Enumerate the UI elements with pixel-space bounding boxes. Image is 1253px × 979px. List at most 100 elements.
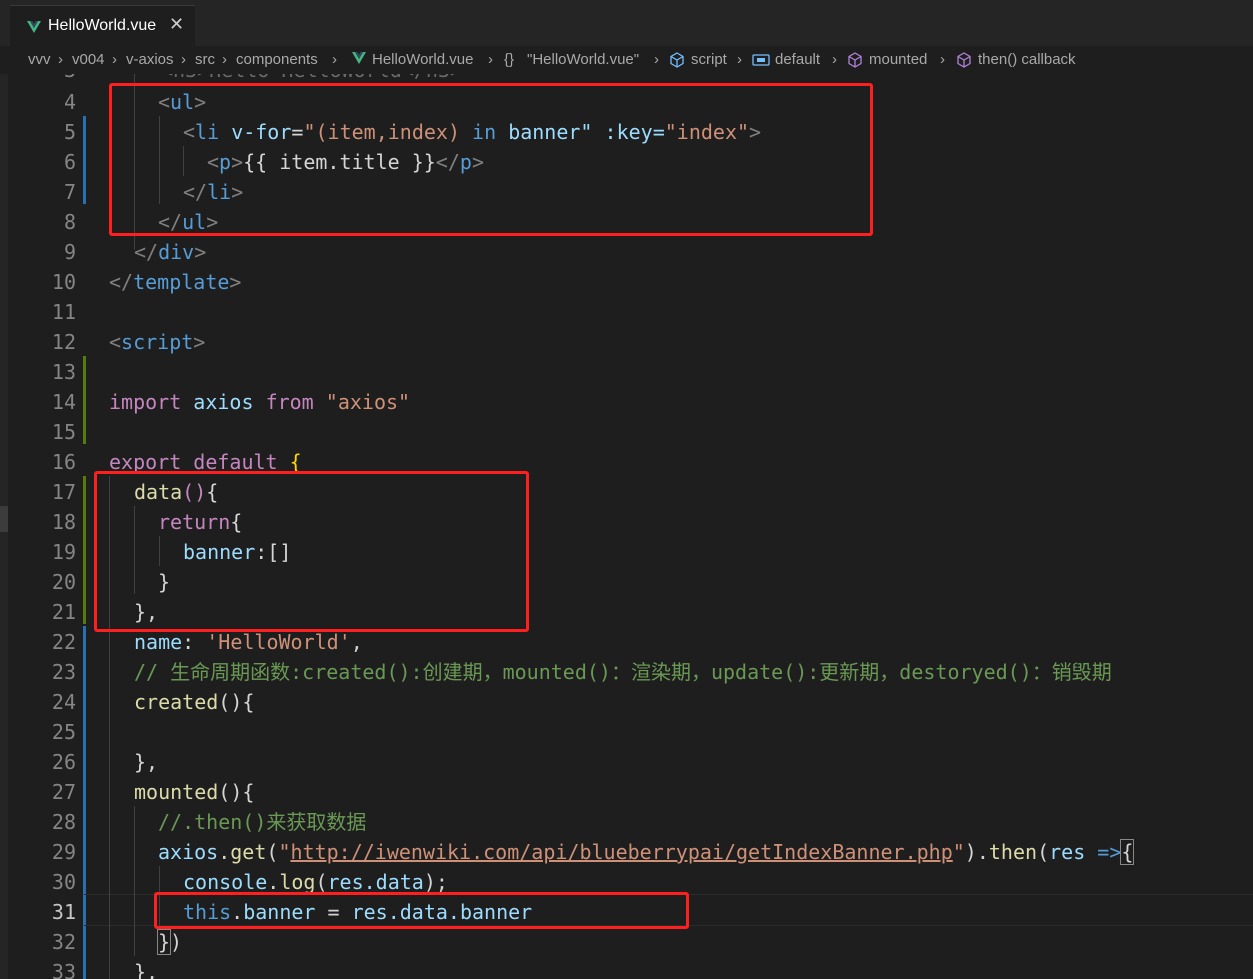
line-number: 18 <box>51 510 76 534</box>
close-icon[interactable]: ✕ <box>169 14 184 35</box>
chevron-right-icon: › <box>654 51 659 68</box>
chevron-right-icon: › <box>488 51 493 68</box>
import-keyword: import <box>109 390 182 414</box>
get-method: get <box>230 840 267 864</box>
chevron-right-icon: › <box>940 51 945 68</box>
enum-icon <box>752 52 770 72</box>
chevron-right-icon: › <box>832 51 837 68</box>
code-line: 24 created(){ <box>8 686 1253 716</box>
line-number: 17 <box>51 480 76 504</box>
left-strip <box>0 74 8 979</box>
mounted-function: mounted <box>134 780 219 804</box>
code-line: 28 //.then()来获取数据 <box>8 806 1253 836</box>
line-number: 8 <box>63 210 76 234</box>
line-number: 28 <box>51 810 76 834</box>
then-method: then <box>988 840 1038 864</box>
breadcrumb-item-v004[interactable]: v004 <box>72 51 105 68</box>
chevron-right-icon: › <box>332 51 337 68</box>
script-tag: script <box>121 330 194 354</box>
res-data: res.data <box>327 870 424 894</box>
breadcrumb-item-file[interactable]: HelloWorld.vue <box>372 51 473 68</box>
line-number: 10 <box>51 270 76 294</box>
code-line: 13 <box>8 356 1253 386</box>
breadcrumb: vvv › v004 › v-axios › src › components … <box>0 46 1253 74</box>
line-number: 25 <box>51 720 76 744</box>
chevron-right-icon: › <box>181 51 186 68</box>
chevron-right-icon: › <box>112 51 117 68</box>
log-method: log <box>279 870 316 894</box>
line-number: 21 <box>51 600 76 624</box>
line-number: 33 <box>51 960 76 979</box>
line-number: 26 <box>51 750 76 774</box>
breadcrumb-item-mounted[interactable]: mounted <box>869 51 927 68</box>
highlight-box-data <box>94 471 529 632</box>
line-number: 32 <box>51 930 76 954</box>
breadcrumb-item-src[interactable]: src <box>195 51 215 68</box>
lifecycle-comment: // 生命周期函数:created():创建期，mounted()：渲染期，up… <box>134 660 1112 684</box>
line-number: 15 <box>51 420 76 444</box>
breadcrumb-item-v-axios[interactable]: v-axios <box>126 51 174 68</box>
cube-icon <box>847 52 863 72</box>
line-number: 27 <box>51 780 76 804</box>
res-param: res <box>1049 840 1086 864</box>
line-number: 19 <box>51 540 76 564</box>
cube-icon <box>669 52 685 72</box>
code-line: 10 </template> <box>8 266 1253 296</box>
code-line: 32 }) <box>8 926 1253 956</box>
line-number: 23 <box>51 660 76 684</box>
cube-icon <box>956 52 972 72</box>
line-number: 7 <box>63 180 76 204</box>
tab-helloworld-vue[interactable]: HelloWorld.vue ✕ <box>10 5 195 47</box>
breadcrumb-item-default[interactable]: default <box>775 51 820 68</box>
axios-object: axios <box>158 840 219 864</box>
vue-icon <box>352 51 366 68</box>
line-number: 4 <box>63 90 76 114</box>
tab-bar: HelloWorld.vue ✕ <box>0 0 1253 47</box>
name-property: name <box>134 630 183 654</box>
line-number: 30 <box>51 870 76 894</box>
code-line: 12 <script> <box>8 326 1253 356</box>
line-number: 20 <box>51 570 76 594</box>
line-number: 12 <box>51 330 76 354</box>
axios-identifier: axios <box>193 390 254 414</box>
breadcrumb-item-script[interactable]: script <box>691 51 727 68</box>
api-url-link[interactable]: http://iwenwiki.com/api/blueberrypai/get… <box>290 840 952 864</box>
name-value: 'HelloWorld' <box>206 630 351 654</box>
code-line: 11 <box>8 296 1253 326</box>
template-tag: template <box>133 270 230 294</box>
breadcrumb-item-object[interactable]: "HelloWorld.vue" <box>527 51 639 68</box>
line-number: 13 <box>51 360 76 384</box>
code-line: 29 axios.get("http://iwenwiki.com/api/bl… <box>8 836 1253 866</box>
console-object: console <box>183 870 268 894</box>
code-line: 23 // 生命周期函数:created():创建期，mounted()：渲染期… <box>8 656 1253 686</box>
line-number: 16 <box>51 450 76 474</box>
code-line: 25 <box>8 716 1253 746</box>
line-number: 11 <box>51 300 76 324</box>
scroll-marker <box>0 506 8 532</box>
highlight-box-template <box>109 83 873 236</box>
braces-icon: {} <box>504 51 515 68</box>
line-number: 31 <box>51 900 76 924</box>
breadcrumb-item-then-callback[interactable]: then() callback <box>978 51 1076 68</box>
chevron-right-icon: › <box>58 51 63 68</box>
breadcrumb-item-components[interactable]: components <box>236 51 318 68</box>
then-comment: //.then()来获取数据 <box>158 810 367 834</box>
code-line: 26 }, <box>8 746 1253 776</box>
line-number: 9 <box>63 240 76 264</box>
code-text: <h3>Hello HelloWorld</h3> <box>161 74 462 82</box>
breadcrumb-item-vvv[interactable]: vvv <box>28 51 51 68</box>
tab-label: HelloWorld.vue <box>48 17 157 34</box>
code-editor[interactable]: 3 <h3>Hello HelloWorld</h3> 4 <ul> 5 <li… <box>8 74 1253 979</box>
created-function: created <box>134 690 219 714</box>
code-line: 27 mounted(){ <box>8 776 1253 806</box>
from-keyword: from <box>265 390 314 414</box>
chevron-right-icon: › <box>222 51 227 68</box>
line-number: 22 <box>51 630 76 654</box>
line-number: 14 <box>51 390 76 414</box>
vue-icon <box>27 20 41 38</box>
line-number: 3 <box>8 74 76 82</box>
axios-string: "axios" <box>325 390 411 414</box>
chevron-right-icon: › <box>737 51 742 68</box>
code-line: 15 <box>8 416 1253 446</box>
line-number: 24 <box>51 690 76 714</box>
